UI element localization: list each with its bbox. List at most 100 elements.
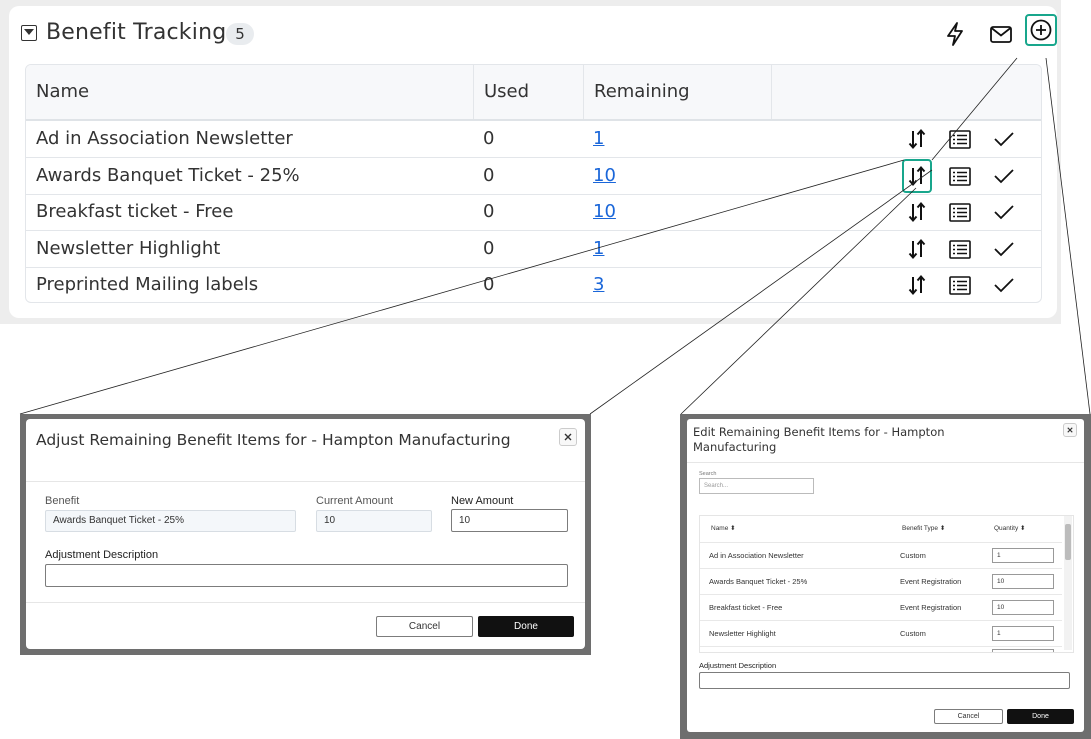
table-row: Ad in Association Newsletter 0 1 <box>26 121 1041 158</box>
new-amount-label: New Amount <box>451 495 514 507</box>
used-value: 0 <box>483 274 495 295</box>
collapse-toggle-icon[interactable] <box>21 25 37 41</box>
table-scrollbar[interactable] <box>1064 516 1072 650</box>
benefit-name: Ad in Association Newsletter <box>709 551 804 560</box>
quantity-input[interactable]: 1 <box>992 626 1054 641</box>
benefit-name: Preprinted Mailing labels <box>36 274 259 295</box>
sort-arrows-icon[interactable] <box>905 273 929 297</box>
checkmark-icon[interactable] <box>992 237 1016 261</box>
checkmark-icon[interactable] <box>992 164 1016 188</box>
table-row <box>700 646 1062 652</box>
current-amount-field: 10 <box>316 510 432 532</box>
column-header-used[interactable]: Used <box>473 65 583 119</box>
done-button[interactable]: Done <box>478 616 574 637</box>
benefit-label: Benefit <box>45 495 80 507</box>
table-row: Breakfast ticket - Free 0 10 <box>26 194 1041 231</box>
plus-circle-icon[interactable] <box>1025 14 1057 46</box>
column-header-actions <box>771 65 1041 119</box>
benefit-type: Custom <box>900 629 926 638</box>
used-value: 0 <box>483 128 495 149</box>
quantity-input[interactable]: 10 <box>992 574 1054 589</box>
column-header-name[interactable]: Name <box>26 65 473 119</box>
remaining-link[interactable]: 3 <box>593 267 604 302</box>
search-input[interactable]: Search... <box>699 478 814 494</box>
table-row: Breakfast ticket - Free Event Registrati… <box>700 594 1062 621</box>
divider <box>26 602 585 603</box>
close-icon[interactable] <box>1063 423 1077 437</box>
benefit-field: Awards Banquet Ticket - 25% <box>45 510 296 532</box>
quantity-input[interactable]: 10 <box>992 600 1054 615</box>
benefit-type: Event Registration <box>900 603 962 612</box>
cancel-button[interactable]: Cancel <box>376 616 473 637</box>
panel-title: Benefit Tracking <box>46 20 227 45</box>
benefit-name: Newsletter Highlight <box>36 238 221 259</box>
remaining-link[interactable]: 1 <box>593 121 604 157</box>
column-header-benefit-type[interactable]: Benefit Type ⬍ <box>902 516 945 542</box>
lightning-icon[interactable] <box>941 20 969 48</box>
panel-header: Benefit Tracking 5 <box>21 14 1057 54</box>
used-value: 0 <box>483 165 495 186</box>
checkmark-icon[interactable] <box>992 200 1016 224</box>
done-button[interactable]: Done <box>1007 709 1074 724</box>
remaining-link[interactable]: 1 <box>593 231 604 267</box>
benefit-name: Ad in Association Newsletter <box>36 128 293 149</box>
benefits-table: Name Used Remaining Ad in Association Ne… <box>25 64 1042 303</box>
list-icon[interactable] <box>948 200 972 224</box>
scrollbar-thumb[interactable] <box>1065 524 1071 560</box>
benefit-name: Breakfast ticket - Free <box>709 603 783 612</box>
adjustment-description-input[interactable] <box>699 672 1070 689</box>
list-icon[interactable] <box>948 237 972 261</box>
benefit-name: Awards Banquet Ticket - 25% <box>36 165 300 186</box>
sort-arrows-icon[interactable] <box>905 237 929 261</box>
column-header-name[interactable]: Name ⬍ <box>711 516 736 542</box>
current-amount-label: Current Amount <box>316 495 394 507</box>
list-icon[interactable] <box>948 164 972 188</box>
list-icon[interactable] <box>948 127 972 151</box>
benefit-type: Event Registration <box>900 577 962 586</box>
adjust-dialog-title: Adjust Remaining Benefit Items for - Ham… <box>36 431 511 449</box>
adjustment-description-label: Adjustment Description <box>699 661 777 670</box>
adjustment-description-input[interactable] <box>45 564 568 587</box>
quantity-input[interactable] <box>992 649 1054 652</box>
remaining-link[interactable]: 10 <box>593 194 616 230</box>
benefit-type: Custom <box>900 551 926 560</box>
edit-dialog: Edit Remaining Benefit Items for - Hampt… <box>687 419 1084 732</box>
table-row: Newsletter Highlight Custom 1 <box>700 620 1062 647</box>
sort-icon: ⬍ <box>939 525 946 532</box>
close-icon[interactable] <box>559 428 577 446</box>
benefit-name: Newsletter Highlight <box>709 629 776 638</box>
search-label: Search <box>699 471 717 477</box>
column-header-remaining[interactable]: Remaining <box>583 65 771 119</box>
table-row: Newsletter Highlight 0 1 <box>26 231 1041 268</box>
new-amount-input[interactable]: 10 <box>451 509 568 532</box>
column-header-quantity[interactable]: Quantity ⬍ <box>994 516 1025 542</box>
cancel-button[interactable]: Cancel <box>934 709 1003 724</box>
list-icon[interactable] <box>948 273 972 297</box>
benefit-tracking-panel: Benefit Tracking 5 Name Used Remaining A… <box>9 6 1057 318</box>
divider <box>26 481 585 482</box>
quantity-input[interactable]: 1 <box>992 548 1054 563</box>
sort-arrows-icon[interactable] <box>905 127 929 151</box>
sort-arrows-icon[interactable] <box>905 200 929 224</box>
column-header-label: Name <box>711 525 729 532</box>
checkmark-icon[interactable] <box>992 127 1016 151</box>
table-row: Preprinted Mailing labels 0 3 <box>26 267 1041 302</box>
sort-arrows-icon[interactable] <box>902 159 932 193</box>
count-badge: 5 <box>226 23 254 45</box>
used-value: 0 <box>483 201 495 222</box>
envelope-icon[interactable] <box>987 20 1015 48</box>
benefit-name: Awards Banquet Ticket - 25% <box>709 577 808 586</box>
adjust-dialog: Adjust Remaining Benefit Items for - Ham… <box>26 419 585 649</box>
sort-icon: ⬍ <box>730 525 736 532</box>
edit-benefits-table: Name ⬍ Benefit Type ⬍ Quantity ⬍ Ad in A… <box>699 515 1074 653</box>
checkmark-icon[interactable] <box>992 273 1016 297</box>
table-row: Awards Banquet Ticket - 25% Event Regist… <box>700 568 1062 595</box>
table-header: Name Used Remaining <box>26 65 1041 121</box>
used-value: 0 <box>483 238 495 259</box>
column-header-label: Quantity <box>994 525 1019 532</box>
divider <box>687 462 1084 463</box>
edit-dialog-title: Edit Remaining Benefit Items for - Hampt… <box>693 425 945 454</box>
remaining-link[interactable]: 10 <box>593 158 616 194</box>
column-header-label: Benefit Type <box>902 525 939 532</box>
sort-icon: ⬍ <box>1020 525 1026 532</box>
